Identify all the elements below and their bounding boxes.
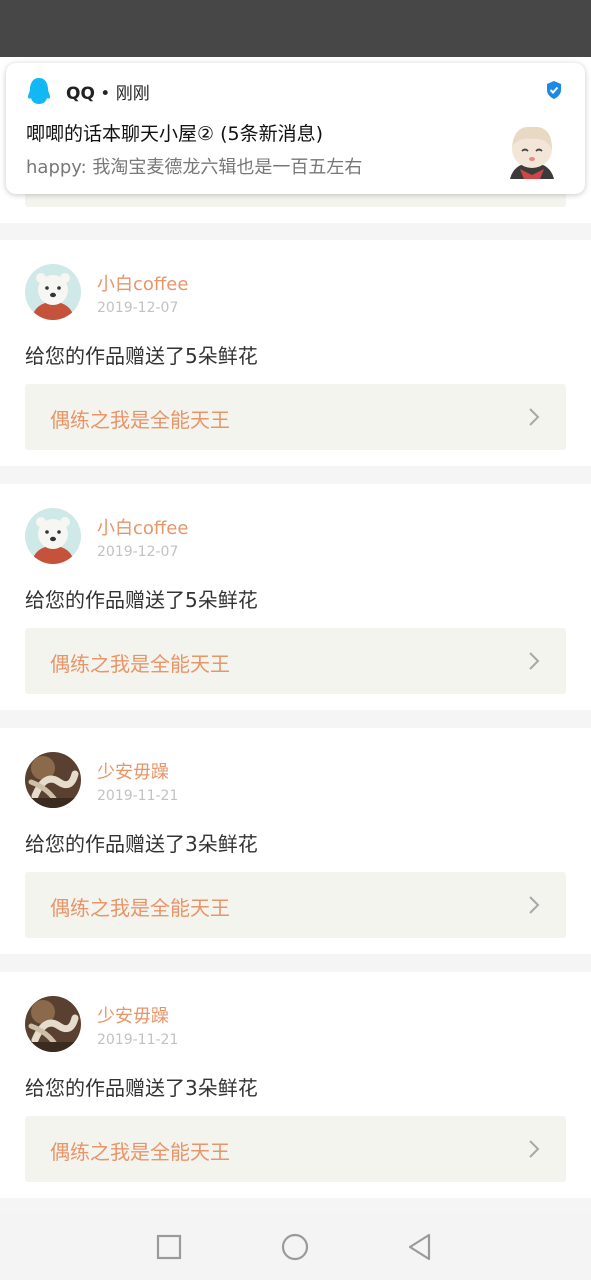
gift-records-list[interactable]: 小白coffee 2019-12-07 给您的作品赠送了5朵鲜花 偶练之我是全能…	[0, 57, 591, 1213]
date: 2019-11-21	[97, 788, 179, 804]
gift-message: 给您的作品赠送了3朵鲜花	[25, 832, 258, 856]
list-item: 小白coffee 2019-12-07 给您的作品赠送了5朵鲜花 偶练之我是全能…	[0, 240, 591, 466]
chevron-right-icon	[529, 896, 540, 914]
notification-separator: •	[94, 84, 116, 104]
work-title: 偶练之我是全能天王	[50, 652, 230, 676]
work-link[interactable]: 偶练之我是全能天王	[25, 872, 566, 938]
square-recents-icon[interactable]	[155, 1233, 183, 1261]
status-bar	[0, 0, 591, 57]
date: 2019-12-07	[97, 300, 179, 316]
chevron-right-icon	[529, 408, 540, 426]
date: 2019-12-07	[97, 544, 179, 560]
circle-home-icon[interactable]	[281, 1233, 309, 1261]
qq-notification-banner[interactable]: QQ • 刚刚 唧唧的话本聊天小屋② (5条新消息) happy: 我淘宝麦德龙…	[6, 63, 585, 194]
avatar[interactable]	[25, 752, 81, 808]
work-title: 偶练之我是全能天王	[50, 1140, 230, 1164]
avatar[interactable]	[25, 996, 81, 1052]
date: 2019-11-21	[97, 1032, 179, 1048]
chevron-right-icon	[529, 652, 540, 670]
work-link[interactable]: 偶练之我是全能天王	[25, 1116, 566, 1182]
work-title: 偶练之我是全能天王	[50, 408, 230, 432]
list-item: 少安毋躁 2019-11-21 给您的作品赠送了3朵鲜花 偶练之我是全能天王	[0, 728, 591, 954]
username[interactable]: 少安毋躁	[97, 758, 169, 784]
notification-body: happy: 我淘宝麦德龙六辑也是一百五左右	[26, 157, 363, 178]
notification-title: 唧唧的话本聊天小屋② (5条新消息)	[26, 123, 323, 145]
list-item: 少安毋躁 2019-11-21 给您的作品赠送了3朵鲜花 偶练之我是全能天王	[0, 972, 591, 1198]
notification-time: 刚刚	[115, 84, 150, 104]
navigation-bar	[0, 1213, 591, 1280]
qq-penguin-icon	[28, 78, 50, 104]
gift-message: 给您的作品赠送了3朵鲜花	[25, 1076, 258, 1100]
work-link[interactable]: 偶练之我是全能天王	[25, 384, 566, 450]
verified-shield-icon	[547, 81, 561, 99]
list-item: 小白coffee 2019-12-07 给您的作品赠送了5朵鲜花 偶练之我是全能…	[0, 484, 591, 710]
gift-message: 给您的作品赠送了5朵鲜花	[25, 588, 258, 612]
triangle-back-icon[interactable]	[406, 1233, 434, 1261]
username[interactable]: 小白coffee	[97, 270, 188, 296]
username[interactable]: 少安毋躁	[97, 1002, 169, 1028]
notification-header: QQ • 刚刚	[66, 79, 150, 104]
work-title: 偶练之我是全能天王	[50, 896, 230, 920]
notification-sender-avatar	[510, 126, 554, 179]
gift-message: 给您的作品赠送了5朵鲜花	[25, 344, 258, 368]
notification-app-name: QQ	[66, 84, 95, 104]
username[interactable]: 小白coffee	[97, 514, 188, 540]
avatar[interactable]	[25, 264, 81, 320]
avatar[interactable]	[25, 508, 81, 564]
work-link[interactable]: 偶练之我是全能天王	[25, 628, 566, 694]
chevron-right-icon	[529, 1140, 540, 1158]
